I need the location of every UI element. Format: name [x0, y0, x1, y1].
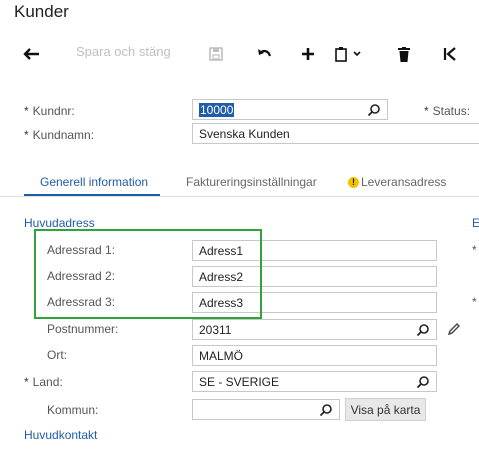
- status-label: * Status:: [424, 104, 470, 118]
- required-marker: *: [24, 128, 29, 142]
- tab-divider: [0, 196, 479, 197]
- municipality-field[interactable]: [192, 399, 340, 420]
- pencil-icon[interactable]: [447, 322, 461, 336]
- search-icon[interactable]: [416, 323, 430, 337]
- warning-icon: !: [348, 176, 359, 188]
- customer-name-label-text: Kundnamn:: [32, 128, 95, 142]
- city-field[interactable]: MALMÖ: [192, 345, 437, 366]
- tab-general-information[interactable]: Generell information: [40, 175, 148, 189]
- show-on-map-button[interactable]: Visa på karta: [345, 398, 426, 421]
- customer-no-label-text: Kundnr:: [32, 104, 75, 118]
- add-icon[interactable]: [298, 44, 318, 64]
- status-label-text: Status:: [432, 104, 471, 118]
- customer-name-field[interactable]: Svenska Kunden: [192, 123, 479, 144]
- tab-delivery-address-label: Leveransadress: [361, 175, 447, 189]
- customer-no-value: 10000: [199, 103, 235, 117]
- highlight-box: [34, 229, 262, 319]
- undo-icon[interactable]: [254, 44, 274, 64]
- customer-no-field[interactable]: 10000: [192, 99, 388, 120]
- required-marker: *: [24, 104, 29, 118]
- city-label: Ort:: [47, 348, 67, 362]
- municipality-label: Kommun:: [47, 403, 99, 417]
- right-required-marker-2: *: [472, 295, 477, 309]
- search-icon[interactable]: [367, 103, 381, 117]
- active-tab-indicator: [24, 194, 160, 196]
- required-marker: *: [424, 104, 429, 118]
- country-field[interactable]: SE - SVERIGE: [192, 371, 437, 392]
- country-value: SE - SVERIGE: [199, 375, 280, 389]
- postal-code-value: 20311: [199, 323, 232, 337]
- tab-billing-settings[interactable]: Faktureringsinställningar: [186, 175, 317, 189]
- main-address-title: Huvudadress: [24, 216, 95, 230]
- right-section-title: E: [472, 216, 479, 230]
- main-contact-title: Huvudkontakt: [24, 428, 98, 442]
- postal-code-field[interactable]: 20311: [192, 319, 437, 340]
- copy-paste-icon[interactable]: [332, 44, 366, 64]
- right-required-marker-1: *: [472, 243, 477, 257]
- first-record-icon[interactable]: [440, 44, 460, 64]
- required-marker: *: [24, 375, 29, 389]
- save-icon[interactable]: [206, 44, 226, 64]
- search-icon[interactable]: [416, 375, 430, 389]
- customer-no-label: * Kundnr:: [24, 104, 75, 118]
- country-label-text: Land:: [32, 375, 63, 389]
- search-icon[interactable]: [319, 403, 333, 417]
- tab-delivery-address[interactable]: ! Leveransadress: [348, 175, 446, 189]
- postal-code-label: Postnummer:: [47, 322, 119, 336]
- delete-icon[interactable]: [394, 44, 414, 64]
- customer-name-label: * Kundnamn:: [24, 128, 94, 142]
- back-arrow-icon[interactable]: [20, 44, 42, 64]
- country-label: * Land:: [24, 375, 63, 389]
- save-and-close-button[interactable]: Spara och stäng: [76, 44, 171, 59]
- page-title: Kunder: [14, 2, 69, 21]
